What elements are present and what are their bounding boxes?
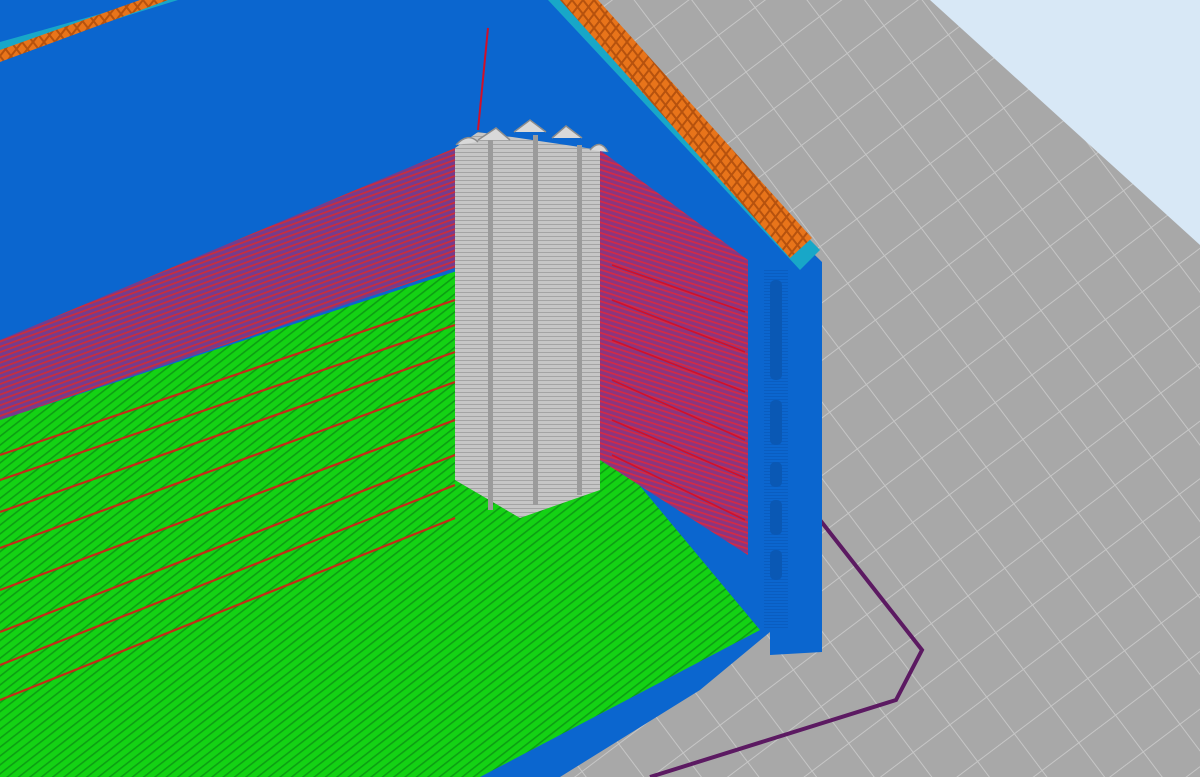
gcode-preview-scene[interactable] — [0, 0, 1200, 777]
3d-preview-viewport[interactable] — [0, 0, 1200, 777]
